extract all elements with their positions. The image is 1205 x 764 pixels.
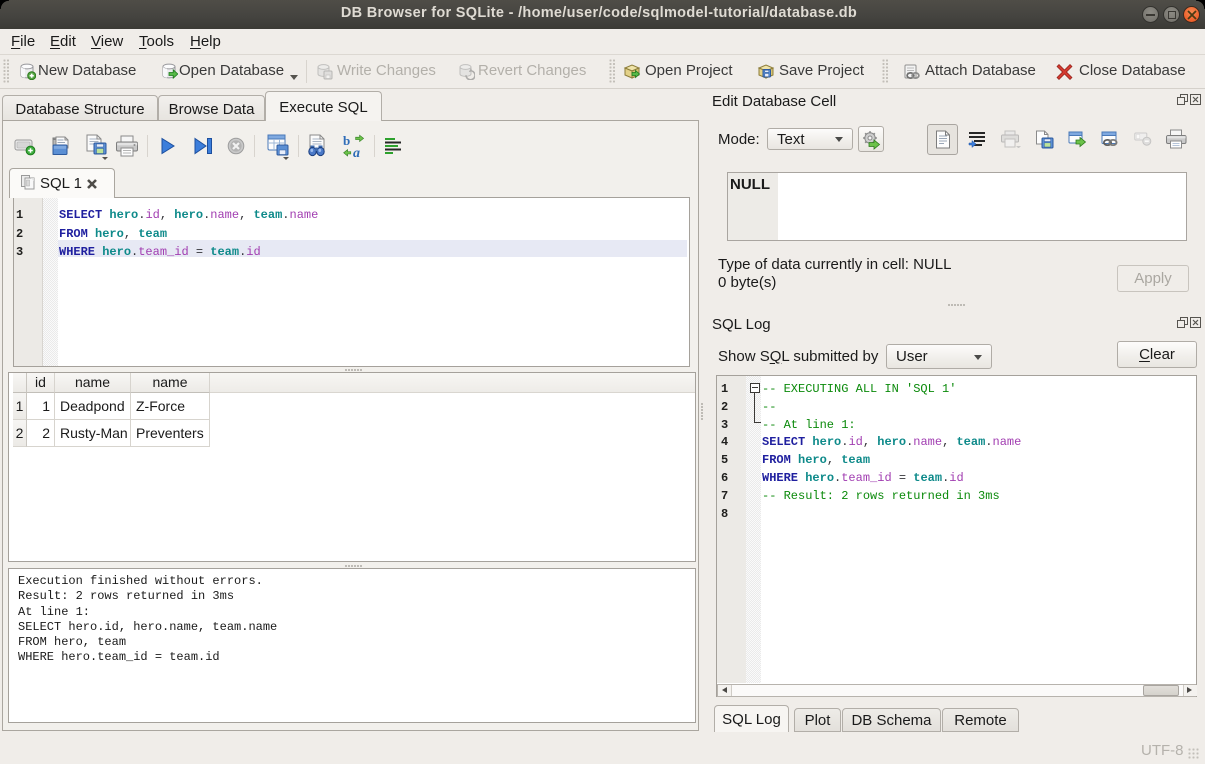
svg-text:a: a bbox=[353, 146, 360, 159]
svg-text:b: b bbox=[343, 134, 350, 148]
